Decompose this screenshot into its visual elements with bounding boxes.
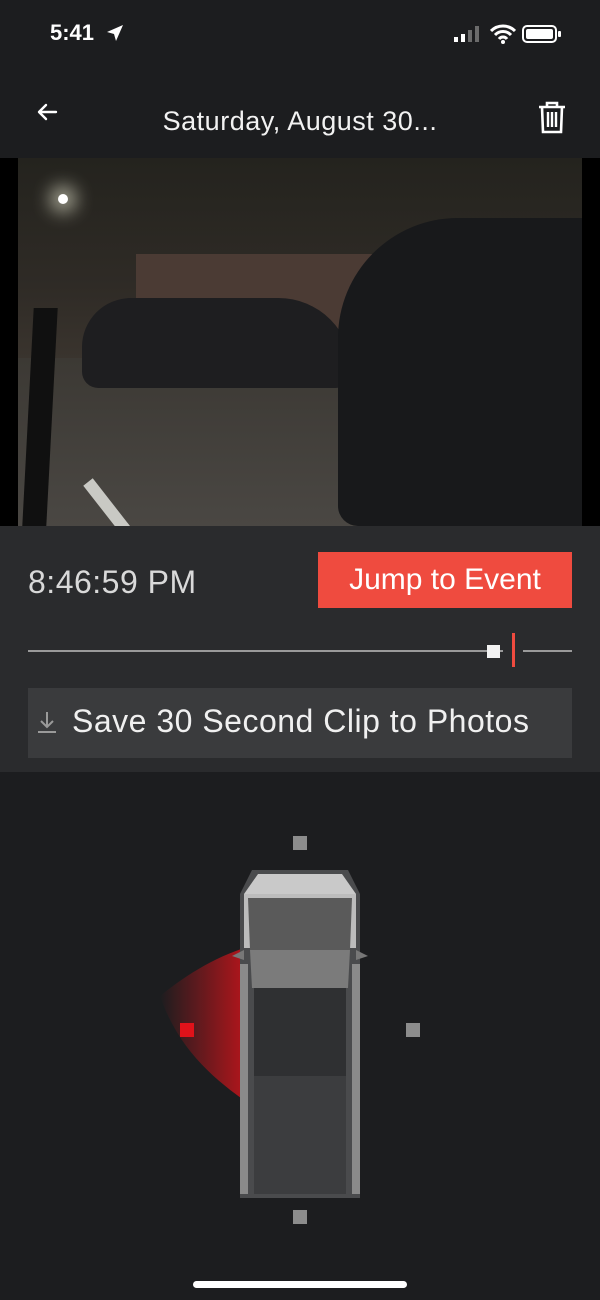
clip-timestamp: 8:46:59 PM xyxy=(28,564,197,600)
front-camera-button[interactable] xyxy=(293,836,307,850)
nav-header: Saturday, August 30... xyxy=(0,68,600,158)
camera-selector xyxy=(0,772,600,1272)
location-arrow-icon xyxy=(107,25,123,41)
cybertruck-top-view-icon xyxy=(232,870,368,1198)
page-title: Saturday, August 30... xyxy=(162,106,438,136)
trash-icon[interactable] xyxy=(536,100,568,134)
jump-to-event-button[interactable]: Jump to Event xyxy=(318,552,572,608)
battery-icon xyxy=(522,25,561,43)
home-indicator[interactable] xyxy=(193,1281,407,1288)
playback-controls: 8:46:59 PM Jump to Event Save 30 Second … xyxy=(0,526,600,772)
rear-camera-button[interactable] xyxy=(293,1210,307,1224)
video-street-lamp xyxy=(58,194,68,204)
video-parked-car xyxy=(338,218,582,526)
video-frame[interactable] xyxy=(18,158,582,526)
save-clip-label: Save 30 Second Clip to Photos xyxy=(72,703,530,739)
cellular-signal-icon xyxy=(454,26,479,42)
video-player[interactable] xyxy=(0,158,600,526)
right-camera-button[interactable] xyxy=(406,1023,420,1037)
status-time: 5:41 xyxy=(50,20,95,45)
save-clip-button[interactable]: Save 30 Second Clip to Photos xyxy=(28,688,572,758)
video-passing-car xyxy=(82,298,352,388)
event-marker xyxy=(512,633,515,667)
download-icon xyxy=(38,712,56,733)
wifi-icon xyxy=(490,24,516,44)
scrubber-thumb[interactable] xyxy=(487,645,500,658)
left-camera-button[interactable] xyxy=(180,1023,194,1037)
status-bar: 5:41 xyxy=(0,0,600,68)
